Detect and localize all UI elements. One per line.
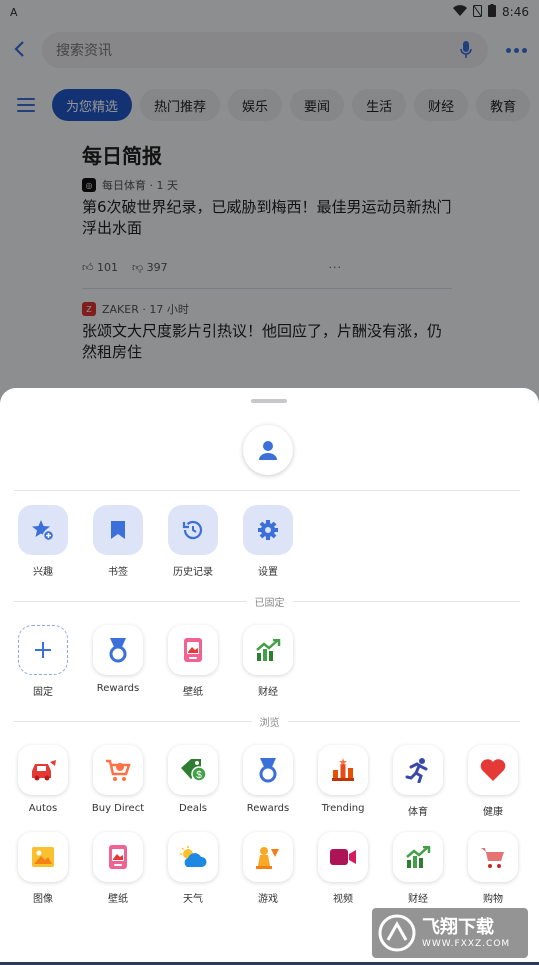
browse-weather[interactable]: 天气: [167, 832, 219, 905]
bookmark-icon: [111, 521, 125, 539]
history-icon: [182, 520, 203, 540]
section-label-text: 浏览: [251, 718, 288, 729]
interests-button[interactable]: 兴趣: [17, 505, 69, 578]
section-label-text: 已固定: [246, 598, 293, 609]
cart-icon: [106, 759, 131, 781]
history-button[interactable]: 历史记录: [167, 505, 219, 578]
finance-icon: [256, 639, 281, 661]
browse-games[interactable]: 游戏: [242, 832, 294, 905]
pinned-finance[interactable]: 财经: [242, 625, 294, 698]
browse-deals[interactable]: $ Deals: [167, 745, 219, 814]
tile-label: 健康: [483, 807, 503, 818]
bottom-sheet: 兴趣 书签 历史记录 设置 已固定 固定 Rewards 壁纸 财经 浏览 Au…: [0, 388, 539, 965]
person-icon: [259, 441, 277, 460]
star-add-icon: [32, 520, 55, 542]
browse-trending[interactable]: Trending: [317, 745, 369, 814]
games-icon: [256, 847, 279, 869]
browse-health[interactable]: 健康: [467, 745, 519, 818]
svg-text:$: $: [196, 770, 202, 781]
watermark-logo-icon: [378, 914, 416, 952]
shopping-cart-icon: [481, 848, 504, 868]
medal-icon: [259, 758, 277, 783]
browse-shopping[interactable]: 购物: [467, 832, 519, 905]
browse-buy-direct[interactable]: Buy Direct: [92, 745, 144, 814]
browse-images[interactable]: 图像: [17, 832, 69, 905]
weather-icon: [180, 846, 207, 867]
browse-finance[interactable]: 财经: [392, 832, 444, 905]
deals-icon: $: [181, 759, 207, 782]
plus-icon: [35, 642, 51, 658]
watermark-title: 飞翔下载: [422, 917, 494, 938]
image-icon: [32, 847, 54, 867]
pinned-wallpaper[interactable]: 壁纸: [167, 625, 219, 698]
tile-label: 设置: [258, 567, 278, 578]
settings-button[interactable]: 设置: [242, 505, 294, 578]
medal-icon: [109, 638, 127, 663]
trending-icon: [332, 758, 354, 781]
runner-icon: [405, 758, 428, 783]
browse-section-label: 浏览: [0, 714, 539, 729]
video-icon: [330, 849, 356, 865]
wallpaper-icon: [109, 845, 127, 869]
profile-avatar[interactable]: [243, 425, 293, 475]
bookmarks-button[interactable]: 书签: [92, 505, 144, 578]
drag-handle[interactable]: [251, 399, 287, 403]
tile-label: 财经: [258, 687, 278, 698]
watermark: 飞翔下载 WWW.FXXZ.COM: [372, 908, 528, 958]
watermark-url: WWW.FXXZ.COM: [422, 939, 511, 949]
browse-sports[interactable]: 体育: [392, 745, 444, 818]
tile-label: 购物: [483, 894, 503, 905]
pinned-rewards[interactable]: Rewards: [92, 625, 144, 694]
pinned-section-label: 已固定: [0, 594, 539, 609]
heart-icon: [480, 759, 506, 781]
divider: [14, 490, 520, 491]
browse-rewards[interactable]: Rewards: [242, 745, 294, 814]
car-icon: [32, 760, 56, 781]
gear-icon: [258, 520, 278, 540]
pin-add-button[interactable]: 固定: [17, 625, 69, 698]
browse-wallpaper[interactable]: 壁纸: [92, 832, 144, 905]
wallpaper-icon: [184, 638, 202, 662]
browse-video[interactable]: 视频: [317, 832, 369, 905]
browse-autos[interactable]: Autos: [17, 745, 69, 814]
finance-icon: [406, 846, 431, 868]
